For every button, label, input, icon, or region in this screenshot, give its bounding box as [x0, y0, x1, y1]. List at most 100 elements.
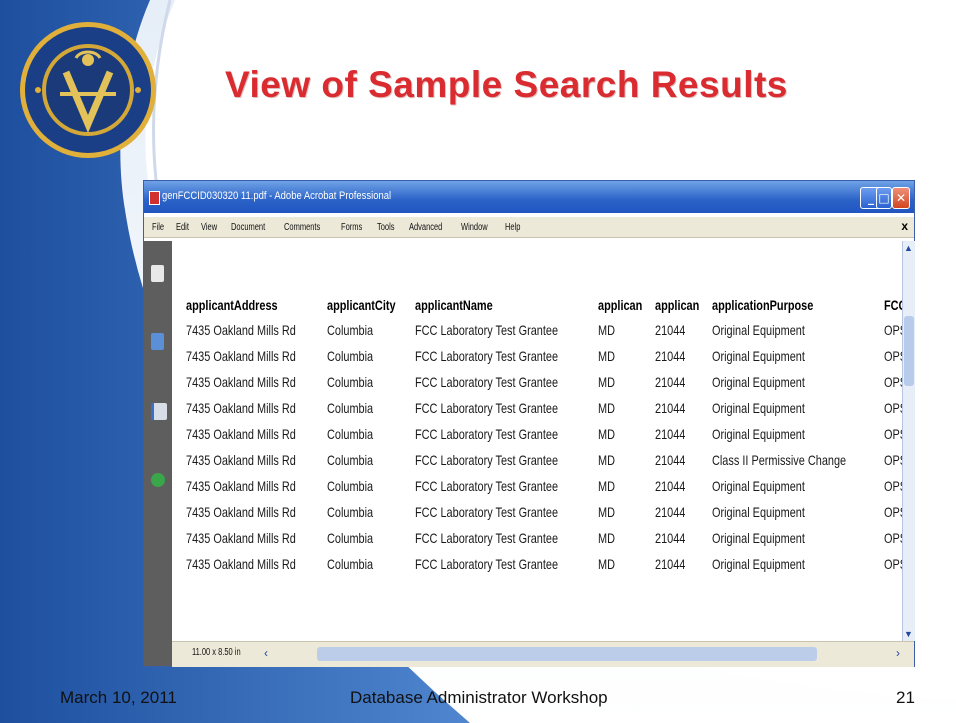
close-button[interactable]: ✕	[892, 187, 910, 209]
cell-purpose: Original Equipment	[711, 348, 805, 364]
cell-address: 7435 Oakland Mills Rd	[186, 322, 296, 338]
cell-address: 7435 Oakland Mills Rd	[186, 452, 296, 468]
scroll-up-icon[interactable]: ▲	[904, 243, 913, 253]
menu-help[interactable]: Help	[505, 222, 520, 233]
cell-city: Columbia	[326, 452, 373, 468]
cell-address: 7435 Oakland Mills Rd	[186, 400, 296, 416]
scroll-left-icon[interactable]: ‹	[264, 646, 268, 660]
col-applicant-address: applicantAddress	[186, 297, 278, 313]
cell-city: Columbia	[326, 348, 373, 364]
cell-name: FCC Laboratory Test Grantee	[414, 426, 558, 442]
table-row: 7435 Oakland Mills Rd Columbia FCC Laborat…	[186, 499, 902, 525]
cell-fcc-id: OPS855	[883, 452, 902, 468]
cell-city: Columbia	[326, 426, 373, 442]
cell-state: MD	[598, 504, 616, 520]
slide-title: View of Sample Search Results	[225, 64, 788, 105]
bookmarks-icon[interactable]	[151, 333, 164, 350]
acrobat-window: genFCCID030320 11.pdf - Adobe Acrobat Pr…	[143, 180, 915, 667]
col-applicant-city: applicantCity	[326, 297, 396, 313]
menu-bar: File Edit View Document Comments Forms Tools Ad…	[144, 217, 914, 238]
cell-address: 7435 Oakland Mills Rd	[186, 374, 296, 390]
cell-address: 7435 Oakland Mills Rd	[186, 426, 296, 442]
cell-purpose: Original Equipment	[711, 556, 805, 572]
col-applicant-state: applican	[598, 297, 643, 313]
cell-purpose: Original Equipment	[711, 426, 805, 442]
vertical-scrollbar[interactable]: ▲ ▼	[902, 241, 915, 641]
cell-name: FCC Laboratory Test Grantee	[414, 400, 558, 416]
cell-state: MD	[598, 400, 616, 416]
cell-name: FCC Laboratory Test Grantee	[414, 374, 558, 390]
fcc-seal-logo	[20, 22, 156, 158]
scroll-thumb[interactable]	[904, 316, 914, 386]
horizontal-scrollbar[interactable]	[317, 647, 817, 661]
cell-fcc-id: OPS850	[883, 426, 902, 442]
table-row: 7435 Oakland Mills Rd Columbia FCC Laborat…	[186, 421, 902, 447]
menu-advanced[interactable]: Advanced	[409, 222, 442, 233]
cell-name: FCC Laboratory Test Grantee	[414, 556, 558, 572]
cell-zip: 21044	[654, 374, 686, 390]
status-bar: 11.00 x 8.50 in ‹ ›	[172, 641, 914, 667]
table-row: 7435 Oakland Mills Rd Columbia FCC Laborat…	[186, 369, 902, 395]
signatures-icon[interactable]	[151, 403, 167, 420]
cell-purpose: Original Equipment	[711, 322, 805, 338]
navigation-pane	[144, 241, 172, 666]
cell-fcc-id: OPS46	[883, 348, 902, 364]
cell-address: 7435 Oakland Mills Rd	[186, 504, 296, 520]
cell-address: 7435 Oakland Mills Rd	[186, 530, 296, 546]
cell-fcc-id: OPS78	[883, 400, 902, 416]
menu-view[interactable]: View	[201, 222, 217, 233]
cell-fcc-id: OPS88	[883, 530, 902, 546]
cell-name: FCC Laboratory Test Grantee	[414, 530, 558, 546]
menu-edit[interactable]: Edit	[176, 222, 189, 233]
col-applicant-zip: applican	[654, 297, 700, 313]
menu-document[interactable]: Document	[231, 222, 265, 233]
cell-state: MD	[598, 322, 616, 338]
menu-tools[interactable]: Tools	[377, 222, 395, 233]
cell-address: 7435 Oakland Mills Rd	[186, 556, 296, 572]
cell-name: FCC Laboratory Test Grantee	[414, 348, 558, 364]
cell-city: Columbia	[326, 322, 373, 338]
cell-fcc-id: OPS855	[883, 478, 902, 494]
scroll-down-icon[interactable]: ▼	[904, 629, 913, 639]
cell-purpose: Class II Permissive Change	[711, 452, 846, 468]
page-size-label: 11.00 x 8.50 in	[192, 647, 241, 658]
cell-city: Columbia	[326, 374, 373, 390]
menu-forms[interactable]: Forms	[341, 222, 362, 233]
maximize-button[interactable]: □	[876, 187, 892, 209]
cell-state: MD	[598, 348, 616, 364]
cell-state: MD	[598, 530, 616, 546]
cell-zip: 21044	[654, 426, 686, 442]
col-fcc-id: FCCId	[883, 297, 902, 313]
cell-zip: 21044	[654, 556, 686, 572]
cell-zip: 21044	[654, 530, 686, 546]
cell-name: FCC Laboratory Test Grantee	[414, 322, 558, 338]
scroll-right-icon[interactable]: ›	[896, 646, 900, 660]
cell-city: Columbia	[326, 400, 373, 416]
attachments-icon[interactable]	[151, 473, 165, 487]
menu-comments[interactable]: Comments	[284, 222, 320, 233]
cell-state: MD	[598, 374, 616, 390]
cell-zip: 21044	[654, 348, 686, 364]
pages-icon[interactable]	[151, 265, 164, 282]
document-close-icon[interactable]: x	[901, 219, 908, 233]
cell-zip: 21044	[654, 322, 686, 338]
table-row: 7435 Oakland Mills Rd Columbia FCC Laborat…	[186, 551, 902, 577]
cell-address: 7435 Oakland Mills Rd	[186, 478, 296, 494]
table-row: 7435 Oakland Mills Rd Columbia FCC Laborat…	[186, 525, 902, 551]
cell-name: FCC Laboratory Test Grantee	[414, 504, 558, 520]
page-number: 21	[896, 688, 915, 707]
cell-fcc-id: OPS3	[883, 322, 902, 338]
cell-city: Columbia	[326, 504, 373, 520]
cell-name: FCC Laboratory Test Grantee	[414, 452, 558, 468]
cell-state: MD	[598, 452, 616, 468]
window-titlebar[interactable]: genFCCID030320 11.pdf - Adobe Acrobat Pr…	[144, 181, 914, 213]
results-table: applicantAddress applicantCity applicant…	[186, 293, 902, 577]
cell-zip: 21044	[654, 504, 686, 520]
cell-purpose: Original Equipment	[711, 400, 805, 416]
menu-file[interactable]: File	[152, 222, 164, 233]
cell-purpose: Original Equipment	[711, 374, 805, 390]
cell-fcc-id: OPS856	[883, 504, 902, 520]
table-row: 7435 Oakland Mills Rd Columbia FCC Laborat…	[186, 395, 902, 421]
menu-window[interactable]: Window	[461, 222, 488, 233]
col-application-purpose: applicationPurpose	[711, 297, 814, 313]
